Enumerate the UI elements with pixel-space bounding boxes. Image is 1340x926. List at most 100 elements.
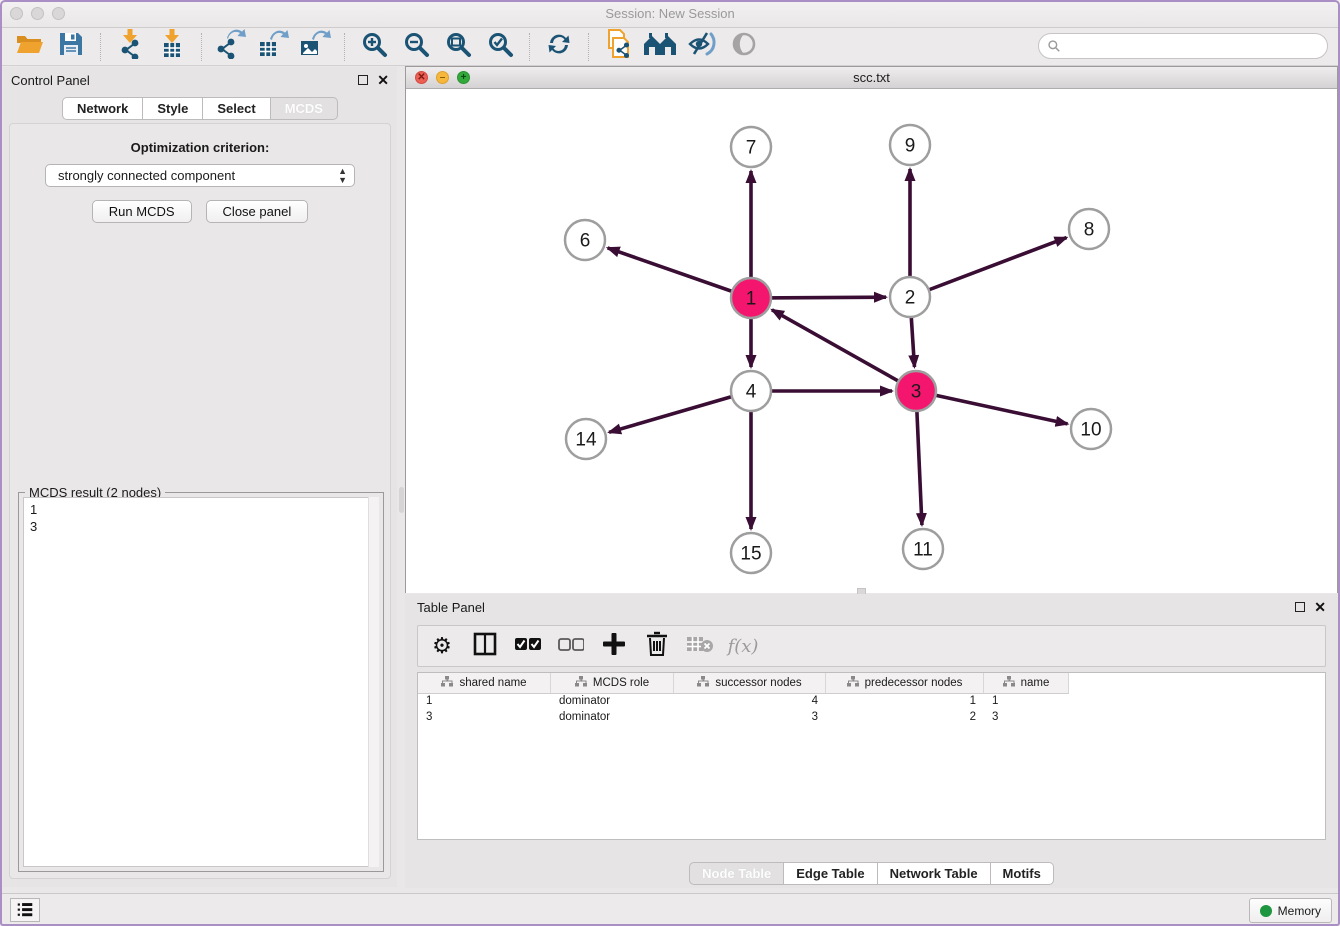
first-neighbors-button[interactable]: [645, 32, 675, 62]
tab-style[interactable]: Style: [143, 97, 203, 120]
close-panel-icon[interactable]: ✕: [377, 75, 389, 85]
tree-icon: [575, 676, 587, 690]
graph-node-9[interactable]: 9: [890, 125, 930, 165]
network-view-window: ✕ – + scc.txt 7968124314101511: [405, 66, 1338, 593]
search-input[interactable]: [1038, 33, 1328, 59]
result-scrollbar[interactable]: [368, 497, 379, 867]
optimization-criterion-label: Optimization criterion:: [10, 140, 390, 155]
import-table-button[interactable]: [157, 32, 187, 62]
table-cell[interactable]: 3: [984, 710, 1069, 726]
zoom-out-button[interactable]: [401, 32, 431, 62]
graph-node-7[interactable]: 7: [731, 127, 771, 167]
graph-node-10[interactable]: 10: [1071, 409, 1111, 449]
export-network-icon: [215, 29, 247, 64]
float-panel-icon[interactable]: [358, 75, 368, 85]
open-session-button[interactable]: [14, 32, 44, 62]
run-mcds-button[interactable]: Run MCDS: [92, 200, 192, 223]
import-network-button[interactable]: [115, 32, 145, 62]
control-panel: Control Panel ✕ NetworkStyleSelectMCDS O…: [3, 67, 397, 887]
graph-node-14[interactable]: 14: [566, 419, 606, 459]
graph-node-4[interactable]: 4: [731, 371, 771, 411]
clone-network-button[interactable]: [603, 32, 633, 62]
table-cell[interactable]: dominator: [551, 694, 674, 710]
function-icon: f(x): [728, 636, 759, 657]
table-cell[interactable]: 2: [826, 710, 984, 726]
mcds-result-text[interactable]: 1 3: [23, 497, 379, 867]
show-all-button[interactable]: [729, 32, 759, 62]
graph-node-11[interactable]: 11: [903, 529, 943, 569]
task-history-button[interactable]: [10, 898, 40, 922]
edge-3-10[interactable]: [916, 391, 1068, 424]
network-graph[interactable]: 7 9 6 8 1 2 4 3 14 10 15 11: [406, 89, 1337, 593]
table-cell[interactable]: 1: [984, 694, 1069, 710]
svg-text:11: 11: [913, 540, 933, 561]
optimization-criterion-select[interactable]: strongly connected component ▲▼: [45, 164, 355, 187]
tab-mcds[interactable]: MCDS: [271, 97, 338, 120]
tree-icon: [1003, 676, 1015, 690]
table-float-panel-icon[interactable]: [1295, 602, 1305, 612]
column-header-successor-nodes[interactable]: successor nodes: [674, 673, 826, 694]
tab-network-table[interactable]: Network Table: [878, 862, 991, 885]
show-all-icon: [730, 30, 758, 63]
tab-motifs[interactable]: Motifs: [991, 862, 1054, 885]
graph-node-6[interactable]: 6: [565, 220, 605, 260]
table-row[interactable]: 1dominator411: [418, 694, 1325, 710]
node-table[interactable]: shared nameMCDS rolesuccessor nodesprede…: [417, 672, 1326, 840]
split-panel-button[interactable]: [471, 632, 499, 660]
zoom-selected-button[interactable]: [485, 32, 515, 62]
edge-4-14[interactable]: [609, 391, 751, 432]
select-all-button[interactable]: [514, 632, 542, 660]
refresh-button[interactable]: [544, 32, 574, 62]
graph-node-15[interactable]: 15: [731, 533, 771, 573]
settings-button[interactable]: ⚙: [428, 632, 456, 660]
column-header-shared-name[interactable]: shared name: [418, 673, 551, 694]
table-panel: Table Panel ✕ ⚙f(x) shared nameMCDS role…: [405, 594, 1338, 888]
tab-node-table[interactable]: Node Table: [689, 862, 784, 885]
graph-node-3[interactable]: 3: [896, 371, 936, 411]
tab-network[interactable]: Network: [62, 97, 143, 120]
graph-node-8[interactable]: 8: [1069, 209, 1109, 249]
table-cell[interactable]: dominator: [551, 710, 674, 726]
column-header-predecessor-nodes[interactable]: predecessor nodes: [826, 673, 984, 694]
hide-selected-icon: [687, 30, 717, 63]
table-cell[interactable]: 3: [674, 710, 826, 726]
delete-table-button: [686, 632, 714, 660]
graph-node-1[interactable]: 1: [731, 278, 771, 318]
canvas-scrollbar-handle[interactable]: [399, 487, 404, 513]
tab-edge-table[interactable]: Edge Table: [784, 862, 877, 885]
export-network-button[interactable]: [216, 32, 246, 62]
export-table-button[interactable]: [258, 32, 288, 62]
column-header-name[interactable]: name: [984, 673, 1069, 694]
zoom-in-button[interactable]: [359, 32, 389, 62]
hide-selected-button[interactable]: [687, 32, 717, 62]
close-panel-button[interactable]: Close panel: [206, 200, 309, 223]
edge-3-1[interactable]: [772, 310, 916, 391]
table-row[interactable]: 3dominator323: [418, 710, 1325, 726]
table-cell[interactable]: 3: [418, 710, 551, 726]
table-tabs: Node TableEdge TableNetwork TableMotifs: [405, 862, 1338, 885]
edge-1-6[interactable]: [608, 248, 751, 298]
export-image-button[interactable]: [300, 32, 330, 62]
svg-text:4: 4: [746, 382, 757, 403]
delete-column-icon: [646, 631, 668, 662]
tab-select[interactable]: Select: [203, 97, 270, 120]
graph-node-2[interactable]: 2: [890, 277, 930, 317]
column-header-MCDS-role[interactable]: MCDS role: [551, 673, 674, 694]
svg-text:14: 14: [575, 430, 597, 451]
zoom-fit-button[interactable]: [443, 32, 473, 62]
network-canvas[interactable]: 7 9 6 8 1 2 4 3 14 10 15 11: [406, 89, 1337, 593]
add-column-icon: [602, 632, 626, 661]
edge-2-8[interactable]: [910, 238, 1067, 297]
deselect-all-button[interactable]: [557, 632, 585, 660]
search-icon: [1047, 39, 1061, 58]
table-cell[interactable]: 1: [418, 694, 551, 710]
table-close-panel-icon[interactable]: ✕: [1314, 602, 1326, 612]
select-all-icon: [515, 637, 541, 656]
add-column-button[interactable]: [600, 632, 628, 660]
save-session-button[interactable]: [56, 32, 86, 62]
delete-column-button[interactable]: [643, 632, 671, 660]
memory-button[interactable]: Memory: [1249, 898, 1332, 923]
table-cell[interactable]: 4: [674, 694, 826, 710]
table-cell[interactable]: 1: [826, 694, 984, 710]
main-toolbar: [0, 28, 1340, 66]
